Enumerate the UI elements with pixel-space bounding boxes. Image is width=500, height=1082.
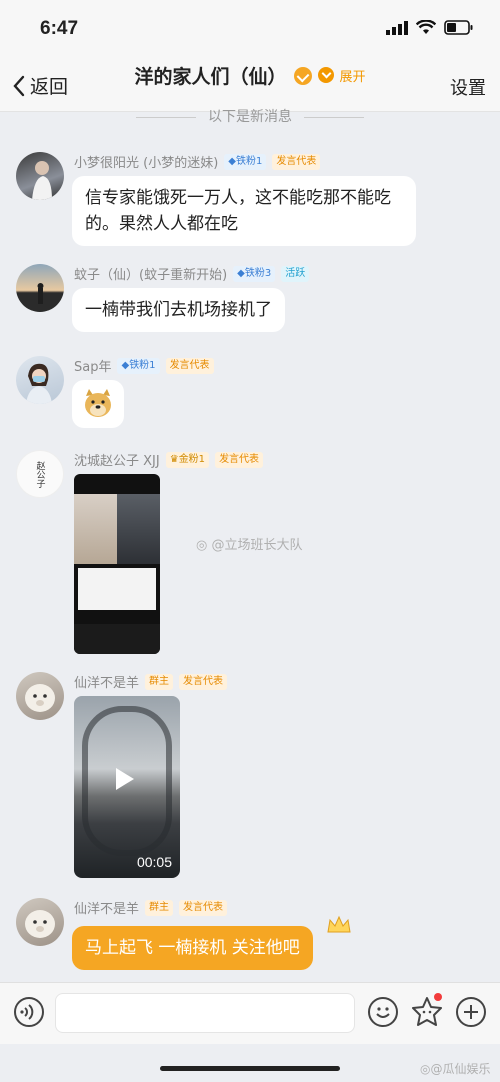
screenshot-comments bbox=[78, 568, 156, 610]
status-icons bbox=[386, 20, 474, 35]
message-meta: Sap年 ◆铁粉1 发言代表 bbox=[74, 356, 214, 375]
message-input[interactable] bbox=[55, 993, 355, 1033]
doge-sticker-icon bbox=[85, 389, 111, 417]
owner-badge: 群主 bbox=[145, 899, 174, 916]
avatar[interactable]: 赵公子 bbox=[16, 450, 64, 498]
message-meta: 仙洋不是羊 群主 发言代表 bbox=[74, 898, 228, 917]
watermark-bottom: ◎@瓜仙娱乐 bbox=[420, 1062, 491, 1076]
voice-button[interactable] bbox=[14, 997, 44, 1027]
screenshot-photo-left bbox=[74, 494, 117, 564]
video-message[interactable]: 00:05 bbox=[74, 696, 180, 878]
status-bar: 6:47 bbox=[0, 0, 500, 58]
avatar[interactable] bbox=[16, 898, 64, 946]
signal-icon bbox=[386, 20, 408, 35]
avatar[interactable] bbox=[16, 356, 64, 404]
plus-icon bbox=[464, 1005, 478, 1019]
group-title-row[interactable]: 洋的家人们（仙） bbox=[134, 62, 313, 89]
message-bubble[interactable]: 马上起飞 一楠接机 关注他吧 bbox=[72, 926, 313, 970]
group-title: 洋的家人们（仙） bbox=[134, 66, 287, 88]
weibo-icon: ◎ bbox=[420, 1062, 431, 1076]
avatar-figure-icon bbox=[26, 363, 52, 404]
message-meta: 沈城赵公子 XJJ ♛金粉1 发言代表 bbox=[74, 450, 264, 469]
smiley-icon bbox=[376, 1007, 390, 1018]
message-meta: 仙洋不是羊 群主 发言代表 bbox=[74, 672, 228, 691]
avatar-figure-icon bbox=[37, 283, 44, 304]
avatar-alpaca-icon bbox=[25, 684, 55, 712]
message-bubble[interactable]: 信专家能饿死一万人，这不能吃那不能吃的。果然人人都在吃 bbox=[72, 176, 416, 246]
fan-level-badge: ◆铁粉1 bbox=[224, 153, 267, 170]
video-duration: 00:05 bbox=[136, 854, 172, 870]
fan-level-badge: ♛金粉1 bbox=[165, 451, 210, 468]
sender-name[interactable]: 蚊子（仙）(蚊子重新开始) bbox=[74, 264, 227, 283]
plus-button[interactable] bbox=[456, 997, 486, 1027]
sticker-button[interactable] bbox=[410, 993, 444, 1029]
wifi-icon bbox=[416, 20, 436, 34]
voice-icon bbox=[20, 1004, 34, 1020]
chevron-down-icon bbox=[317, 67, 334, 83]
message-meta: 小梦很阳光 (小梦的迷妹) ◆铁粉1 发言代表 bbox=[74, 152, 321, 171]
role-badge: 发言代表 bbox=[272, 153, 321, 170]
screenshot-photo-right bbox=[117, 494, 160, 564]
avatar[interactable] bbox=[16, 672, 64, 720]
watermark-middle: ◎ @立场班长大队 bbox=[196, 538, 303, 553]
input-bar bbox=[0, 982, 500, 1044]
message-bubble[interactable]: 一楠带我们去机场接机了 bbox=[72, 288, 285, 332]
crown-icon bbox=[327, 915, 351, 933]
expand-label: 展开 bbox=[339, 69, 366, 85]
owner-badge: 群主 bbox=[145, 673, 174, 690]
avatar[interactable] bbox=[16, 264, 64, 312]
sender-name[interactable]: 沈城赵公子 XJJ bbox=[74, 450, 160, 469]
sticker-bubble[interactable] bbox=[72, 380, 124, 428]
avatar-alpaca-icon bbox=[25, 910, 55, 938]
battery-icon bbox=[444, 20, 473, 35]
role-badge: 发言代表 bbox=[179, 673, 228, 690]
role-badge: 发言代表 bbox=[179, 899, 228, 916]
weibo-icon: ◎ bbox=[196, 538, 208, 553]
message-meta: 蚊子（仙）(蚊子重新开始) ◆铁粉3 活跃 bbox=[74, 264, 310, 283]
sender-name[interactable]: 仙洋不是羊 bbox=[74, 898, 139, 917]
expand-button[interactable]: 展开 bbox=[317, 66, 366, 85]
avatar[interactable] bbox=[16, 152, 64, 200]
role-badge: 发言代表 bbox=[215, 451, 264, 468]
screenshot-bottom-bar bbox=[74, 624, 160, 654]
notification-dot bbox=[434, 993, 442, 1001]
fan-level-badge: ◆铁粉3 bbox=[233, 265, 276, 282]
title-area: 洋的家人们（仙） 展开 bbox=[0, 62, 500, 89]
role-badge: 发言代表 bbox=[165, 357, 214, 374]
nav-bar: 返回 洋的家人们（仙） 展开 设置 bbox=[0, 58, 500, 112]
play-button[interactable] bbox=[116, 768, 134, 790]
role-badge: 活跃 bbox=[281, 265, 310, 282]
settings-button[interactable]: 设置 bbox=[450, 74, 486, 100]
verified-badge-icon bbox=[294, 66, 313, 85]
emoji-button[interactable] bbox=[368, 997, 398, 1027]
home-indicator bbox=[160, 1066, 340, 1071]
avatar-calligraphy: 赵公子 bbox=[34, 460, 45, 488]
new-messages-divider: 以下是新消息 bbox=[0, 106, 500, 126]
image-message[interactable] bbox=[74, 474, 160, 654]
sender-name[interactable]: 仙洋不是羊 bbox=[74, 672, 139, 691]
sender-name[interactable]: Sap年 bbox=[74, 356, 111, 375]
sender-name[interactable]: 小梦很阳光 (小梦的迷妹) bbox=[74, 152, 218, 171]
status-time: 6:47 bbox=[40, 18, 79, 39]
avatar-figure-icon bbox=[32, 161, 52, 200]
fan-level-badge: ◆铁粉1 bbox=[117, 357, 160, 374]
